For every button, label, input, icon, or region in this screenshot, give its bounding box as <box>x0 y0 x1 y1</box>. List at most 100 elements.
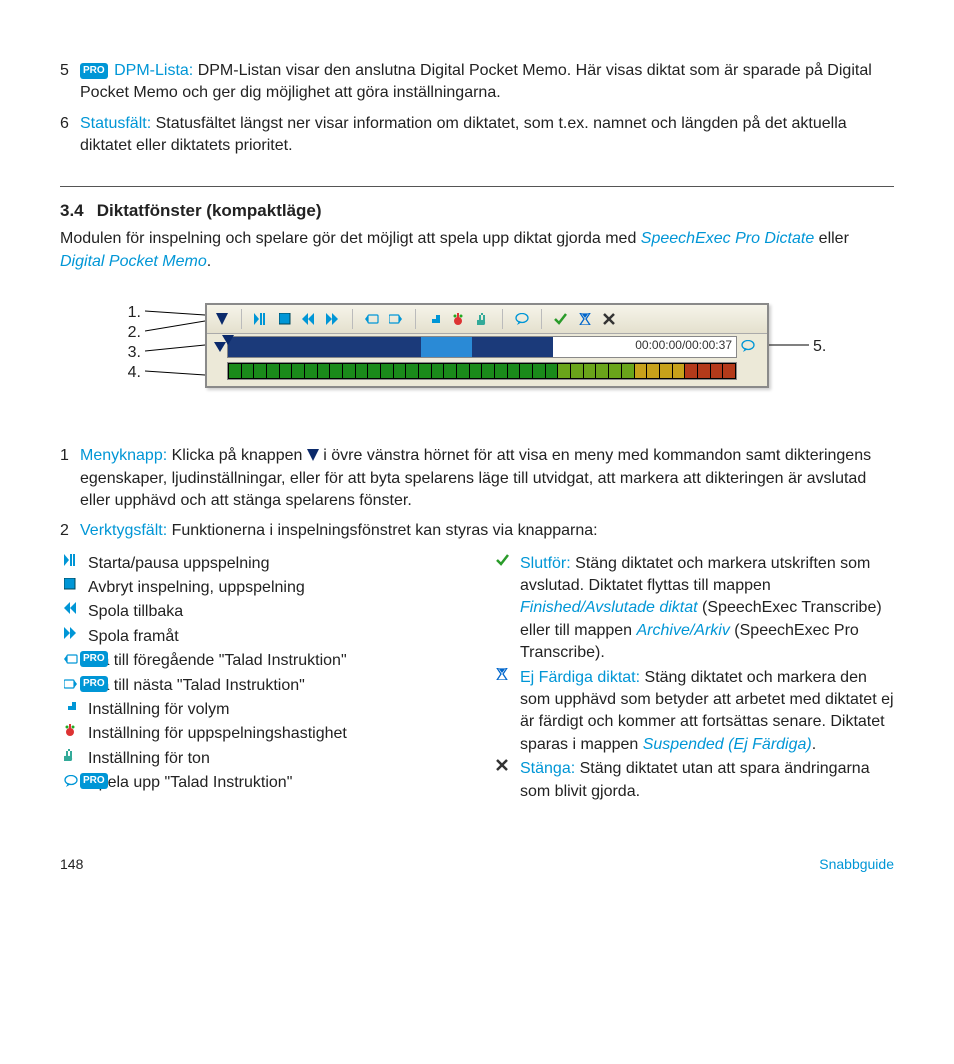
function-item: Spola tillbaka <box>60 601 462 623</box>
figure-left-callouts: 1. 2. 3. 4. <box>128 303 141 383</box>
volume-icon[interactable] <box>426 310 444 328</box>
function-lead: Ej Färdiga diktat: <box>520 669 640 686</box>
function-text: Spola framåt <box>88 626 462 648</box>
suspend-icon[interactable] <box>576 310 594 328</box>
timeline-playhead-icon[interactable] <box>222 335 234 345</box>
figure-right-callouts: 5. <box>813 303 826 358</box>
pro-badge: PRO <box>80 63 108 79</box>
function-item: Stänga: Stäng diktatet utan att spara än… <box>492 758 894 803</box>
link-speechexec: SpeechExec Pro Dictate <box>641 230 814 247</box>
close-icon <box>496 759 510 771</box>
function-text: Gå till nästa "Talad Instruktion" <box>88 675 462 697</box>
function-text: Inställning för ton <box>88 748 462 770</box>
function-item: Spola framåt <box>60 626 462 648</box>
play-pause-icon[interactable] <box>252 310 270 328</box>
function-text: Inställning för volym <box>88 699 462 721</box>
page-number: 148 <box>60 855 83 875</box>
toolbar-separator <box>241 309 242 329</box>
item-number: 1 <box>60 445 80 512</box>
callout-4: 4. <box>128 363 141 383</box>
section-heading: 3.4 Diktatfönster (kompaktläge) <box>60 199 894 223</box>
toolbar-separator <box>352 309 353 329</box>
item-text: Klicka på knappen <box>172 447 307 464</box>
item-text: Funktionerna i inspelningsfönstret kan s… <box>172 522 598 539</box>
callout-5: 5. <box>813 337 826 358</box>
function-item: Slutför: Stäng diktatet och markera utsk… <box>492 553 894 665</box>
function-item: Avbryt inspelning, uppspelning <box>60 577 462 599</box>
player-figure: 1. 2. 3. 4. <box>60 303 894 395</box>
vu-meter <box>227 362 737 380</box>
balloon-icon: PRO <box>64 773 110 789</box>
section-intro: Modulen för inspelning och spelare gör d… <box>60 228 894 273</box>
function-text: Starta/pausa uppspelning <box>88 553 462 575</box>
inline-link: Finished/Avslutade diktat <box>520 599 698 616</box>
function-text: Spela upp "Talad Instruktion" <box>88 772 462 794</box>
pro-badge: PRO <box>80 773 108 789</box>
list-item: 6Statusfält: Statusfältet längst ner vis… <box>60 113 894 158</box>
player-timeline[interactable]: 00:00:00/00:00:37 <box>227 336 737 358</box>
function-text: Avbryt inspelning, uppspelning <box>88 577 462 599</box>
footer-label: Snabbguide <box>819 855 894 875</box>
tone-icon[interactable] <box>474 310 492 328</box>
function-text: Spola tillbaka <box>88 601 462 623</box>
compact-player-window: 00:00:00/00:00:37 <box>205 303 769 388</box>
timeline-time: 00:00:00/00:00:37 <box>635 337 732 354</box>
toolbar-functions-right: Slutför: Stäng diktatet och markera utsk… <box>492 553 894 805</box>
item-label: DPM-Lista: <box>114 62 193 79</box>
function-item: Starta/pausa uppspelning <box>60 553 462 575</box>
menu-triangle-icon <box>307 449 319 463</box>
function-text: Gå till föregående "Talad Instruktion" <box>88 650 462 672</box>
function-item: PROGå till nästa "Talad Instruktion" <box>60 675 462 697</box>
toolbar-functions-left: Starta/pausa uppspelningAvbryt inspelnin… <box>60 553 462 805</box>
prev-instr-icon: PRO <box>64 651 110 667</box>
check-icon <box>496 554 510 566</box>
intro-text: Modulen för inspelning och spelare gör d… <box>60 230 641 247</box>
page-footer: 148 Snabbguide <box>60 855 894 875</box>
next-instruction-icon[interactable] <box>387 310 405 328</box>
section-rule <box>60 186 894 187</box>
inline-link: Suspended (Ej Färdiga) <box>643 736 812 753</box>
stop-icon[interactable] <box>276 310 294 328</box>
function-item: Inställning för uppspelningshastighet <box>60 723 462 745</box>
fwd-icon <box>64 627 78 639</box>
callout-lines-right <box>769 303 809 395</box>
play-icon <box>64 554 78 566</box>
function-text-part: Stäng diktatet och markera utskriften so… <box>520 555 870 594</box>
rew-icon <box>64 602 78 614</box>
callout-3: 3. <box>128 343 141 363</box>
callout-lines-left <box>145 303 205 395</box>
forward-icon[interactable] <box>324 310 342 328</box>
function-lead: Stänga: <box>520 760 575 777</box>
callout-2: 2. <box>128 323 141 343</box>
tone-icon <box>64 749 78 761</box>
function-text: Inställning för uppspelningshastighet <box>88 723 462 745</box>
item-number: 2 <box>60 520 80 542</box>
speed-icon <box>64 724 78 736</box>
speed-icon[interactable] <box>450 310 468 328</box>
item-text: DPM-Listan visar den anslutna Digital Po… <box>80 62 872 101</box>
rewind-icon[interactable] <box>300 310 318 328</box>
function-item: Ej Färdiga diktat: Stäng diktatet och ma… <box>492 667 894 757</box>
function-item: PROGå till föregående "Talad Instruktion… <box>60 650 462 672</box>
pro-badge: PRO <box>80 651 108 667</box>
instruction-balloon-button[interactable] <box>737 340 761 354</box>
stop-icon <box>64 578 78 590</box>
intro-after: . <box>207 253 211 270</box>
close-icon[interactable] <box>600 310 618 328</box>
menu-button-icon[interactable] <box>213 310 231 328</box>
player-timeline-row: 00:00:00/00:00:37 <box>207 334 767 360</box>
play-instruction-icon[interactable] <box>513 310 531 328</box>
toolbar-separator <box>502 309 503 329</box>
item-text: Statusfältet längst ner visar informatio… <box>80 115 847 154</box>
list-item: 2Verktygsfält: Funktionerna i inspelning… <box>60 520 894 542</box>
finish-icon[interactable] <box>552 310 570 328</box>
link-dpm: Digital Pocket Memo <box>60 253 207 270</box>
function-text-part: . <box>812 736 816 753</box>
function-item: Inställning för ton <box>60 748 462 770</box>
inline-link: Archive/Arkiv <box>637 622 730 639</box>
prev-instruction-icon[interactable] <box>363 310 381 328</box>
function-item: PROSpela upp "Talad Instruktion" <box>60 772 462 794</box>
pro-badge: PRO <box>80 676 108 692</box>
next-instr-icon: PRO <box>64 676 110 692</box>
item-number: 6 <box>60 113 80 158</box>
